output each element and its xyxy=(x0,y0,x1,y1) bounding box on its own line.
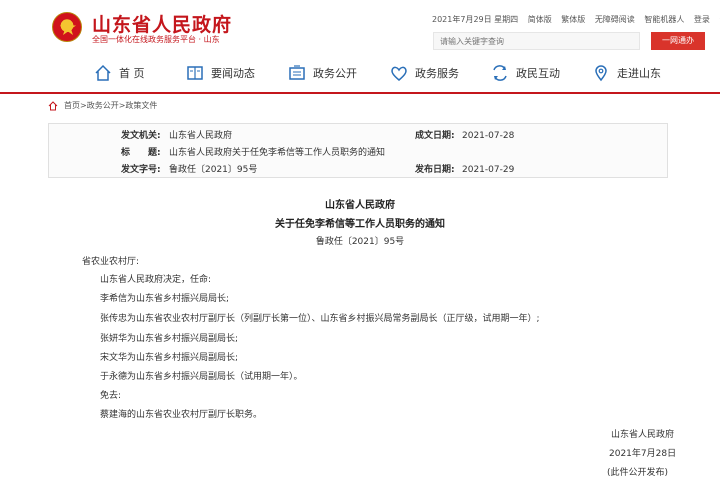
nav-item-news[interactable]: 要闻动态 xyxy=(186,62,255,84)
date-value: 2021-07-28 xyxy=(462,131,515,141)
nav-item-shandong[interactable]: 走进山东 xyxy=(592,62,661,84)
current-date: 2021年7月29日 星期四 xyxy=(432,15,519,24)
publish-value: 2021-07-29 xyxy=(462,165,515,175)
document-issuer: 山东省人民政府 xyxy=(325,200,395,211)
title-value: 山东省人民政府关于任免李希信等工作人员职务的通知 xyxy=(169,148,386,158)
nav-item-service[interactable]: 政务服务 xyxy=(390,62,459,84)
title-label: 标 题: xyxy=(121,148,161,158)
number-value: 鲁政任〔2021〕95号 xyxy=(169,165,258,175)
publicity-icon xyxy=(289,65,305,80)
document-number: 鲁政任〔2021〕95号 xyxy=(315,237,405,247)
traditional-chinese-link[interactable]: 繁体版 xyxy=(561,15,585,24)
top-links: 2021年7月29日 星期四 简体版 繁体版 无障碍阅读 智能机器人 登录 注册 xyxy=(432,14,720,25)
document-note: (此件公开发布) xyxy=(607,468,669,478)
document-paragraph: 山东省人民政府决定，任命: xyxy=(100,275,212,285)
interaction-icon xyxy=(493,65,507,81)
document-paragraph: 张妍华为山东省乡村振兴局副局长; xyxy=(100,334,239,344)
location-icon xyxy=(595,65,607,82)
document-meta-table: 发文机关: 山东省人民政府 成文日期: 2021-07-28 标 题: 山东省人… xyxy=(48,123,668,178)
issuer-value: 山东省人民政府 xyxy=(169,131,233,141)
meta-row-number: 发文字号: 鲁政任〔2021〕95号 发布日期: 2021-07-29 xyxy=(49,161,667,179)
site-header: 山东省人民政府 全国一体化在线政务服务平台 · 山东 2021年7月29日 星期… xyxy=(0,0,720,52)
main-nav: 首 页 要闻动态 政务公开 政务服务 政民互动 走进山东 xyxy=(0,56,720,90)
document-paragraph: 免去: xyxy=(100,391,122,401)
document-sign-date: 2021年7月28日 xyxy=(609,449,677,459)
news-icon xyxy=(187,66,203,80)
nav-label: 走进山东 xyxy=(617,67,661,80)
meta-row-title: 标 题: 山东省人民政府关于任免李希信等工作人员职务的通知 xyxy=(49,144,667,162)
nav-item-interaction[interactable]: 政民互动 xyxy=(491,62,560,84)
robot-link[interactable]: 智能机器人 xyxy=(644,15,684,24)
document-salutation: 省农业农村厅: xyxy=(82,257,140,267)
service-icon xyxy=(391,66,407,81)
nav-divider xyxy=(0,92,720,94)
nav-item-publicity[interactable]: 政务公开 xyxy=(288,62,357,84)
document-signature: 山东省人民政府 xyxy=(611,430,675,440)
home-icon xyxy=(48,100,58,110)
search-input[interactable] xyxy=(433,32,640,50)
document-title: 关于任免李希信等工作人员职务的通知 xyxy=(275,219,445,230)
breadcrumb: 首页>政务公开>政策文件 xyxy=(48,100,157,111)
nav-label: 政民互动 xyxy=(516,67,560,80)
home-icon xyxy=(95,64,111,81)
nav-label: 要闻动态 xyxy=(211,67,255,80)
meta-row-issuer: 发文机关: 山东省人民政府 成文日期: 2021-07-28 xyxy=(49,127,667,145)
site-subtitle: 全国一体化在线政务服务平台 · 山东 xyxy=(92,35,220,44)
login-link[interactable]: 登录 xyxy=(694,15,710,24)
document-paragraph: 张传忠为山东省农业农村厅副厅长（列副厅长第一位）、山东省乡村振兴局常务副局长（正… xyxy=(100,314,540,324)
site-title[interactable]: 山东省人民政府 xyxy=(92,10,232,37)
publish-label: 发布日期: xyxy=(415,165,455,175)
nav-label: 首 页 xyxy=(119,67,145,80)
nav-label: 政务公开 xyxy=(313,67,357,80)
one-stop-service-button[interactable]: 一网通办 xyxy=(651,32,705,50)
date-label: 成文日期: xyxy=(415,131,455,141)
document-paragraph: 李希信为山东省乡村振兴局局长; xyxy=(100,294,230,304)
number-label: 发文字号: xyxy=(121,165,161,175)
breadcrumb-path[interactable]: 首页>政务公开>政策文件 xyxy=(64,100,157,111)
nav-label: 政务服务 xyxy=(415,67,459,80)
accessibility-link[interactable]: 无障碍阅读 xyxy=(595,15,635,24)
document-paragraph: 蔡建海的山东省农业农村厅副厅长职务。 xyxy=(100,410,263,420)
nav-item-home[interactable]: 首 页 xyxy=(94,62,145,84)
national-emblem-icon xyxy=(52,12,82,42)
issuer-label: 发文机关: xyxy=(121,131,161,141)
document-paragraph: 于永德为山东省乡村振兴局副局长（试用期一年）。 xyxy=(100,372,303,382)
document-paragraph: 宋文华为山东省乡村振兴局副局长; xyxy=(100,353,239,363)
simplified-chinese-link[interactable]: 简体版 xyxy=(528,15,552,24)
